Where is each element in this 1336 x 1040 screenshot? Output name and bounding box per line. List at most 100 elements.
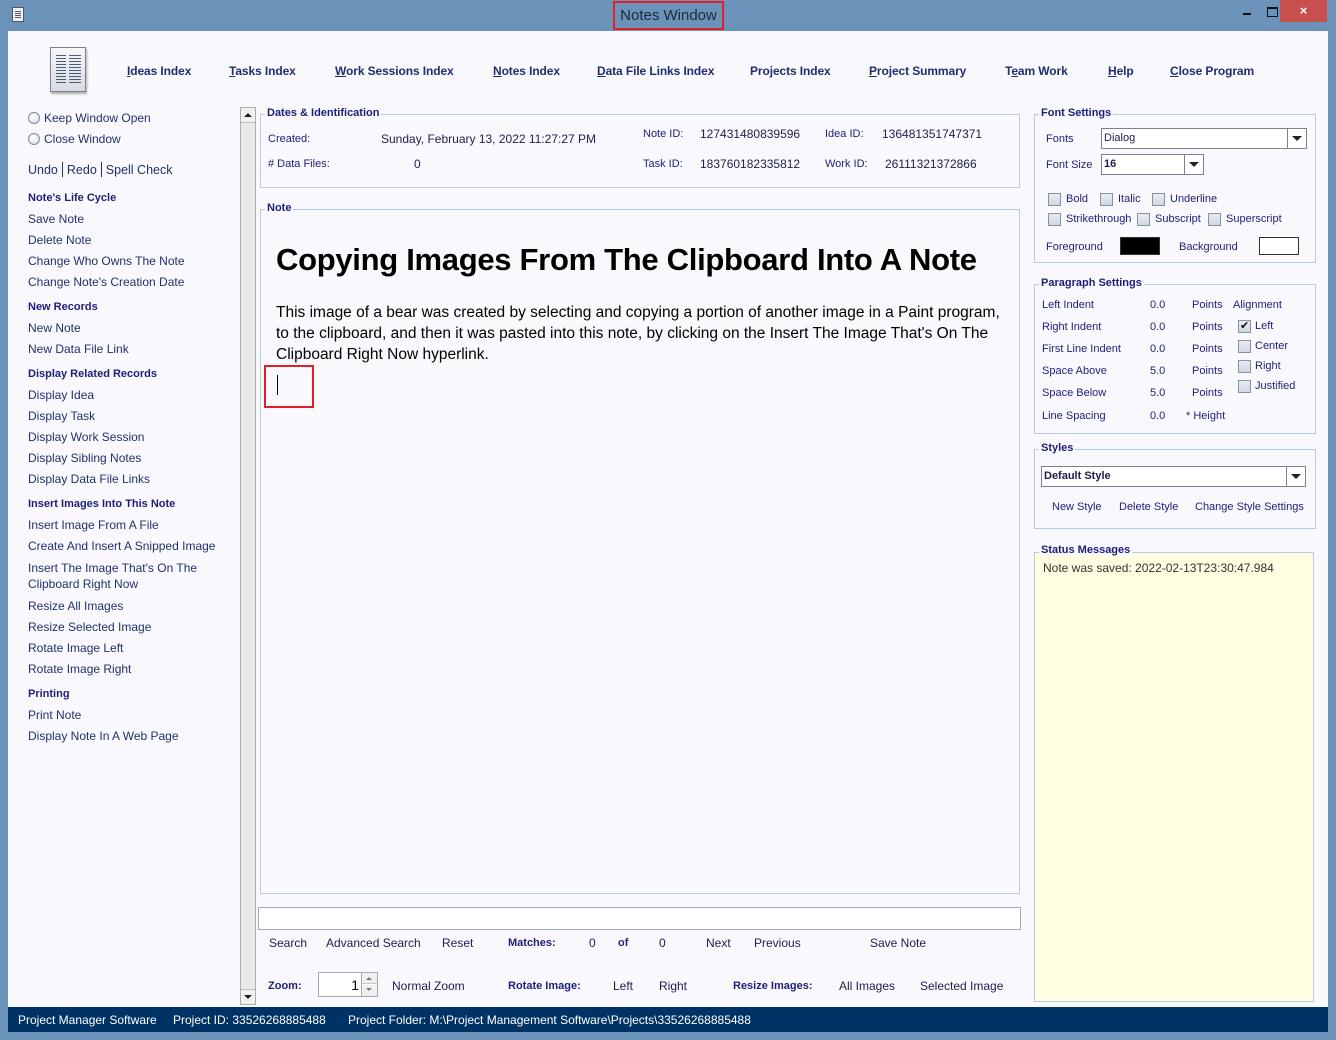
strikethrough-checkbox[interactable] (1048, 213, 1061, 226)
style-dropdown[interactable]: Default Style (1041, 466, 1306, 487)
new-note-link[interactable]: New Note (28, 321, 81, 335)
chevron-down-icon[interactable] (1287, 129, 1306, 148)
background-label: Background (1179, 241, 1238, 253)
change-style-settings-link[interactable]: Change Style Settings (1195, 501, 1304, 513)
align-center-checkbox[interactable] (1238, 340, 1251, 353)
display-idea-link[interactable]: Display Idea (28, 388, 94, 402)
change-owner-link[interactable]: Change Who Owns The Note (28, 254, 185, 268)
print-note-link[interactable]: Print Note (28, 708, 81, 722)
advanced-search-link[interactable]: Advanced Search (326, 936, 421, 950)
display-note-web-page-link[interactable]: Display Note In A Web Page (28, 729, 179, 743)
new-style-link[interactable]: New Style (1052, 501, 1102, 513)
font-size-dropdown[interactable]: 16 (1101, 154, 1204, 175)
nav-label: Tasks Index (229, 64, 296, 78)
delete-note-link[interactable]: Delete Note (28, 233, 91, 247)
app-document-icon[interactable] (12, 7, 24, 22)
spell-check-link[interactable]: Spell Check (106, 163, 173, 177)
insert-clipboard-image-link[interactable]: Insert The Image That's On The Clipboard… (28, 561, 197, 591)
zoom-spinner[interactable]: 1 (318, 972, 378, 997)
close-window-button[interactable]: × (1280, 0, 1327, 22)
note-editor[interactable]: Copying Images From The Clipboard Into A… (261, 210, 1019, 893)
spin-up-arrow-icon[interactable] (362, 973, 377, 984)
section-heading: Printing (28, 688, 70, 700)
nav-tasks-index[interactable]: Tasks Index (229, 64, 296, 78)
nav-data-file-links-index[interactable]: Data File Links Index (597, 64, 714, 78)
nav-close-program[interactable]: Close Program (1170, 64, 1254, 78)
insert-image-from-file-link[interactable]: Insert Image From A File (28, 518, 159, 532)
spin-down-arrow-icon[interactable] (362, 985, 377, 996)
matches-total: 0 (659, 936, 666, 950)
save-note-button[interactable]: Save Note (870, 936, 926, 950)
change-creation-date-link[interactable]: Change Note's Creation Date (28, 275, 184, 289)
panel-title: Status Messages (1039, 544, 1133, 556)
subscript-checkbox[interactable] (1137, 213, 1150, 226)
nav-projects-index[interactable]: Projects Index (750, 64, 831, 78)
nav-team-work[interactable]: Team Work (1005, 64, 1068, 78)
link-line-1: Insert The Image That's On The (28, 561, 198, 575)
delete-style-link[interactable]: Delete Style (1119, 501, 1178, 513)
bold-checkbox[interactable] (1048, 193, 1061, 206)
previous-match-link[interactable]: Previous (754, 936, 801, 950)
save-note-link[interactable]: Save Note (28, 212, 84, 226)
zoom-label: Zoom: (268, 980, 302, 992)
nav-label: Ideas Index (127, 64, 192, 78)
nav-ideas-index[interactable]: Ideas Index (127, 64, 191, 78)
foreground-color-swatch[interactable] (1120, 237, 1160, 255)
align-left-checkbox[interactable] (1238, 319, 1251, 333)
display-work-session-link[interactable]: Display Work Session (28, 430, 144, 444)
nav-label: Notes Index (493, 64, 560, 78)
line-spacing-value[interactable]: 0.0 (1150, 410, 1165, 422)
scroll-up-arrow-icon[interactable] (241, 108, 255, 123)
align-justified-checkbox[interactable] (1238, 380, 1251, 393)
of-label: of (618, 937, 629, 949)
nav-help[interactable]: Help (1108, 64, 1134, 78)
matches-label: Matches: (508, 937, 556, 949)
display-sibling-notes-link[interactable]: Display Sibling Notes (28, 451, 141, 465)
create-insert-snipped-image-link[interactable]: Create And Insert A Snipped Image (28, 539, 215, 553)
first-line-indent-value[interactable]: 0.0 (1150, 343, 1165, 355)
section-heading: Note's Life Cycle (28, 192, 117, 204)
space-above-label: Space Above (1042, 365, 1107, 377)
resize-all-images-link[interactable]: Resize All Images (28, 599, 123, 613)
scroll-down-arrow-icon[interactable] (241, 989, 255, 1004)
resize-all-images-link[interactable]: All Images (839, 979, 895, 993)
resize-selected-image-link[interactable]: Selected Image (920, 979, 1003, 993)
background-color-swatch[interactable] (1259, 237, 1299, 255)
space-below-value[interactable]: 5.0 (1150, 387, 1165, 399)
next-match-link[interactable]: Next (706, 936, 731, 950)
chevron-down-icon[interactable] (1286, 467, 1305, 486)
resize-selected-image-link[interactable]: Resize Selected Image (28, 620, 151, 634)
rotate-image-left-link[interactable]: Rotate Image Left (28, 641, 123, 655)
keep-window-open-radio[interactable]: Keep Window Open (28, 111, 151, 125)
nav-work-sessions-index[interactable]: Work Sessions Index (335, 64, 454, 78)
italic-checkbox[interactable] (1100, 193, 1113, 206)
close-window-radio[interactable]: Close Window (28, 132, 121, 146)
display-task-link[interactable]: Display Task (28, 409, 95, 423)
underline-checkbox[interactable] (1152, 193, 1165, 206)
reset-link[interactable]: Reset (442, 936, 473, 950)
display-data-file-links-link[interactable]: Display Data File Links (28, 472, 150, 486)
align-right-checkbox[interactable] (1238, 360, 1251, 373)
left-indent-value[interactable]: 0.0 (1150, 299, 1165, 311)
right-indent-value[interactable]: 0.0 (1150, 321, 1165, 333)
superscript-checkbox[interactable] (1208, 213, 1221, 226)
nav-label: Team Work (1005, 64, 1068, 78)
normal-zoom-link[interactable]: Normal Zoom (392, 979, 465, 993)
search-input[interactable] (258, 907, 1021, 930)
nav-project-summary[interactable]: Project Summary (869, 64, 966, 78)
undo-link[interactable]: Undo (28, 163, 58, 177)
new-data-file-link-link[interactable]: New Data File Link (28, 342, 129, 356)
search-link[interactable]: Search (269, 936, 307, 950)
rotate-right-link[interactable]: Right (659, 979, 687, 993)
nav-notes-index[interactable]: Notes Index (493, 64, 560, 78)
chevron-down-icon[interactable] (1184, 155, 1203, 174)
redo-link[interactable]: Redo (67, 163, 97, 177)
unit-label: Points (1192, 321, 1223, 333)
rotate-image-right-link[interactable]: Rotate Image Right (28, 662, 131, 676)
font-family-dropdown[interactable]: Dialog (1101, 128, 1307, 149)
minimize-button[interactable] (1233, 0, 1261, 22)
dropdown-value: Dialog (1104, 132, 1136, 144)
vertical-scrollbar[interactable] (240, 107, 256, 1005)
rotate-left-link[interactable]: Left (613, 979, 633, 993)
space-above-value[interactable]: 5.0 (1150, 365, 1165, 377)
